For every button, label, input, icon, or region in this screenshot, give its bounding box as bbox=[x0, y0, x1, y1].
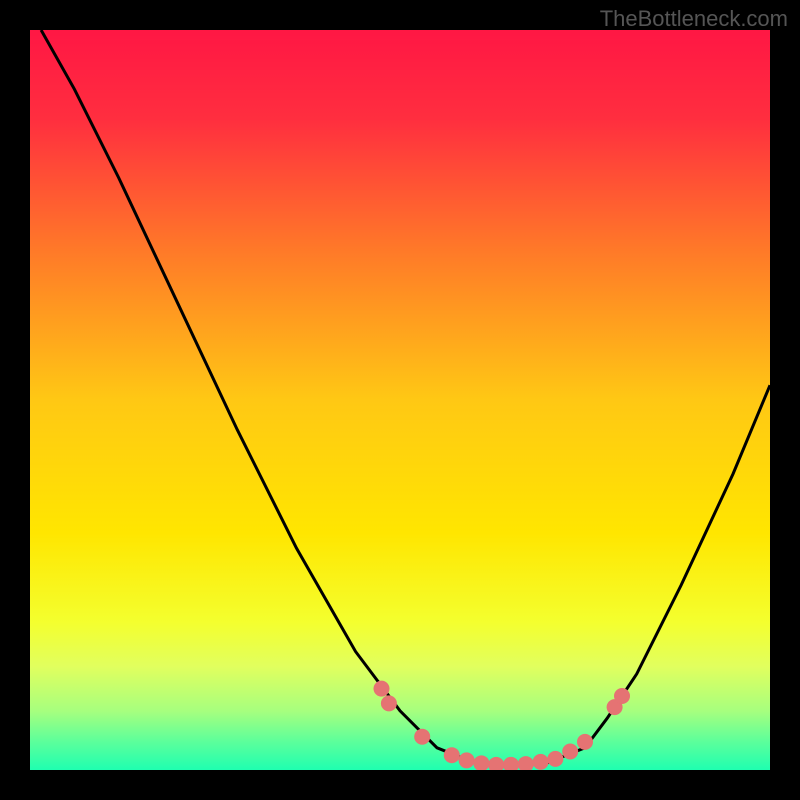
curve-marker bbox=[374, 681, 390, 697]
curve-marker bbox=[503, 757, 519, 770]
chart-curve-layer bbox=[30, 30, 770, 770]
chart-container bbox=[30, 30, 770, 770]
curve-marker bbox=[414, 729, 430, 745]
bottleneck-curve bbox=[41, 30, 770, 766]
curve-marker bbox=[473, 755, 489, 770]
curve-marker bbox=[547, 751, 563, 767]
curve-marker bbox=[533, 754, 549, 770]
attribution-text: TheBottleneck.com bbox=[600, 6, 788, 32]
curve-marker bbox=[577, 734, 593, 750]
curve-marker bbox=[614, 688, 630, 704]
curve-marker bbox=[459, 752, 475, 768]
curve-marker bbox=[518, 756, 534, 770]
curve-marker bbox=[444, 747, 460, 763]
curve-markers bbox=[374, 681, 631, 770]
curve-marker bbox=[562, 744, 578, 760]
curve-marker bbox=[488, 757, 504, 770]
curve-marker bbox=[381, 695, 397, 711]
